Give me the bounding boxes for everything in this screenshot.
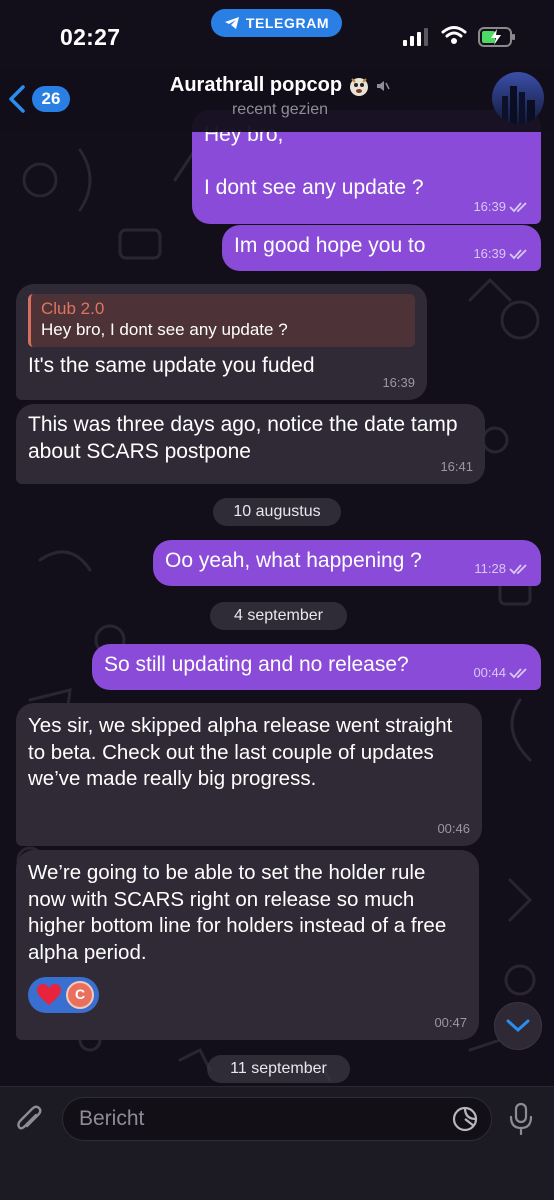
message-bubble-outgoing[interactable]: Oo yeah, what happening ? 11:28 [153,540,541,586]
message-bubble-incoming[interactable]: We’re going to be able to set the holder… [16,850,479,1040]
double-check-icon [509,202,527,213]
message-meta: 16:39 [473,199,529,216]
message-reactions[interactable]: C [28,976,99,1013]
double-check-icon [509,564,527,575]
date-separator: 4 september [210,602,347,630]
message-text: Yes sir, we skipped alpha release went s… [28,714,453,791]
chevron-left-icon [9,85,25,113]
chat-last-seen: recent gezien [231,101,329,118]
double-check-icon [509,668,527,679]
chat-avatar[interactable] [492,72,544,124]
back-button[interactable]: 26 [6,82,70,116]
message-bubble-outgoing[interactable]: So still updating and no release? 00:44 [92,644,541,690]
message-bubble-incoming[interactable]: This was three days ago, notice the date… [16,404,485,484]
message-time: 11:28 [474,560,506,576]
message-bubble-incoming[interactable]: Club 2.0 Hey bro, I dont see any update … [16,284,427,400]
message-time: 00:46 [437,820,470,836]
message-meta: 16:39 [473,246,529,263]
emoji-face-icon [350,77,369,96]
message-time: 00:47 [434,1014,467,1030]
message-time: 16:39 [473,245,506,261]
sticker-icon[interactable] [452,1106,478,1132]
message-input[interactable] [62,1097,492,1141]
date-separator: 11 september [207,1055,350,1083]
paperclip-icon[interactable] [14,1103,44,1137]
message-text: It's the same update you fuded [28,353,315,377]
chevron-down-icon [506,1019,530,1033]
reply-text: Hey bro, I dont see any update ? [41,320,288,340]
muted-speaker-icon [377,80,390,91]
unread-count-badge: 26 [32,86,70,112]
message-bubble-outgoing[interactable]: Im good hope you to 16:39 [222,225,541,271]
message-meta: 00:44 [473,665,529,682]
message-meta: 00:46 [437,821,470,838]
chat-title-area[interactable]: Aurathrall popcop recent gezien [120,74,440,119]
reply-author: Club 2.0 [41,299,105,318]
message-meta: 16:39 [382,375,415,392]
chat-title-text: Aurathrall popcop [169,74,343,96]
message-time: 16:39 [473,198,506,214]
message-text: Hey bro, I dont see any update ? [204,123,424,200]
message-meta: 16:41 [440,459,473,476]
message-time: 16:39 [382,374,415,390]
message-meta: 11:28 [474,561,529,578]
chat-header: 26 Aurathrall popcop recent gezien [0,70,554,132]
message-text: So still updating and no release? [104,653,409,676]
double-check-icon [509,249,527,260]
message-composer [0,1086,554,1200]
microphone-icon[interactable] [508,1102,534,1136]
message-bubble-incoming[interactable]: Yes sir, we skipped alpha release went s… [16,703,482,846]
message-meta: 00:47 [434,1015,467,1032]
reaction-user-avatar: C [66,980,94,1009]
message-time: 00:44 [473,664,506,680]
message-text: We’re going to be able to set the holder… [28,861,447,964]
message-text: This was three days ago, notice the date… [28,413,458,463]
date-separator: 10 augustus [213,498,341,526]
heart-reaction-icon [37,983,61,1005]
message-list[interactable]: Hey bro, I dont see any update ? 16:39 I… [0,0,554,1200]
scroll-down-button[interactable] [494,1002,542,1050]
message-time: 16:41 [440,458,473,474]
chat-title: Aurathrall popcop [170,74,390,97]
reply-quote[interactable]: Club 2.0 Hey bro, I dont see any update … [28,294,415,347]
